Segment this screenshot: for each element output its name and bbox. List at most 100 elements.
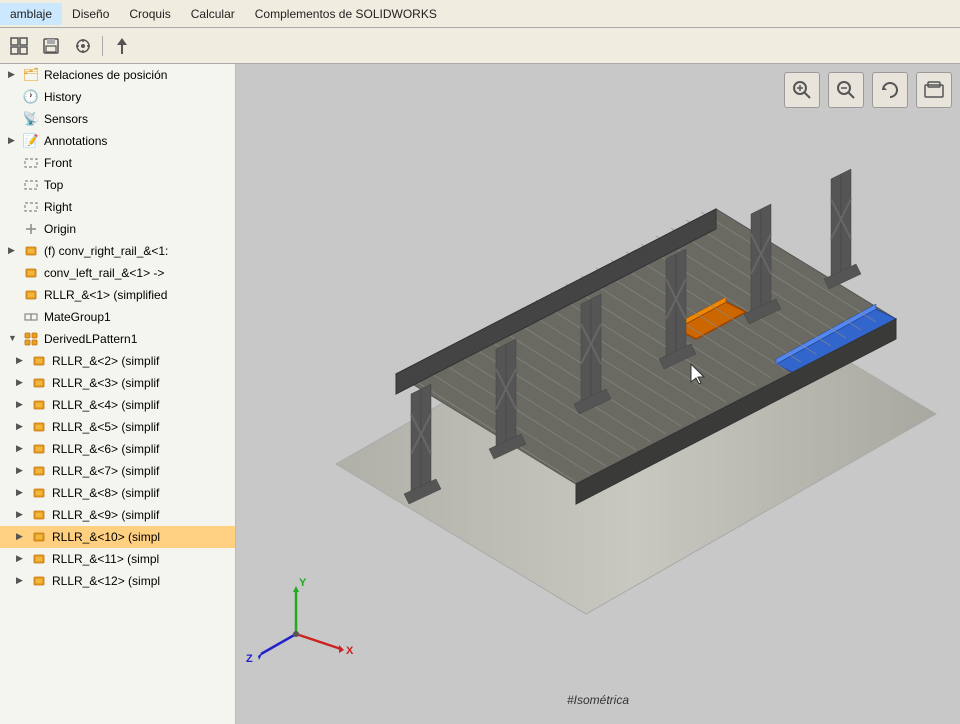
toolbar-grid-btn[interactable] (4, 32, 34, 60)
plane-icon-top (22, 176, 40, 194)
menu-calcular[interactable]: Calcular (181, 3, 245, 25)
part-icon-conv-right (22, 242, 40, 260)
part-icon-rllr10 (30, 528, 48, 546)
sensors-icon: 📡 (22, 110, 40, 128)
conveyor-scene: Y X Z #Isométrica (236, 64, 960, 724)
sidebar-label-rllr1: RLLR_&<1> (simplified (44, 288, 167, 302)
sidebar-label-origin: Origin (44, 222, 76, 236)
sidebar-item-rllr2[interactable]: ▶ RLLR_&<2> (simplif (0, 350, 235, 372)
sidebar-label-rllr12: RLLR_&<12> (simpl (52, 574, 160, 588)
expand-arrow-rllr9: ▶ (16, 509, 28, 521)
expand-arrow-rllr2: ▶ (16, 355, 28, 367)
sidebar-label-rllr2: RLLR_&<2> (simplif (52, 354, 159, 368)
expand-arrow-rllr6: ▶ (16, 443, 28, 455)
sidebar-item-rllr8[interactable]: ▶ RLLR_&<8> (simplif (0, 482, 235, 504)
part-icon-rllr7 (30, 462, 48, 480)
part-icon-rllr9 (30, 506, 48, 524)
menu-croquis[interactable]: Croquis (119, 3, 180, 25)
part-icon-rllr8 (30, 484, 48, 502)
menu-diseno[interactable]: Diseño (62, 3, 119, 25)
toolbar-save-btn[interactable] (36, 32, 66, 60)
toolbar (0, 28, 960, 64)
sidebar-label-right: Right (44, 200, 72, 214)
svg-text:#Isométrica: #Isométrica (567, 693, 629, 707)
view-orient-btn[interactable] (916, 72, 952, 108)
folder-icon: 🗂 (22, 66, 40, 84)
part-icon-rllr5 (30, 418, 48, 436)
menu-complementos[interactable]: Complementos de SOLIDWORKS (245, 3, 447, 25)
rotate-btn[interactable] (872, 72, 908, 108)
sidebar-label-annotations: Annotations (44, 134, 107, 148)
sidebar-resize-handle[interactable] (231, 64, 235, 724)
sidebar-item-front[interactable]: ▶ Front (0, 152, 235, 174)
sidebar-item-rllr10[interactable]: ▶ RLLR_&<10> (simpl (0, 526, 235, 548)
sidebar-label-rllr3: RLLR_&<3> (simplif (52, 376, 159, 390)
sidebar-label-rllr10: RLLR_&<10> (simpl (52, 530, 160, 544)
sidebar-item-rllr9[interactable]: ▶ RLLR_&<9> (simplif (0, 504, 235, 526)
toolbar-target-btn[interactable] (68, 32, 98, 60)
sidebar-item-rllr1[interactable]: ▶ RLLR_&<1> (simplified (0, 284, 235, 306)
sidebar-label-rllr9: RLLR_&<9> (simplif (52, 508, 159, 522)
part-icon-rllr4 (30, 396, 48, 414)
part-icon-rllr2 (30, 352, 48, 370)
sidebar-item-relations[interactable]: ▶ 🗂 Relaciones de posición (0, 64, 235, 86)
sidebar-item-conv-left[interactable]: ▶ conv_left_rail_&<1> -> (0, 262, 235, 284)
expand-arrow-conv-right: ▶ (8, 245, 20, 257)
sidebar-item-top[interactable]: ▶ Top (0, 174, 235, 196)
sidebar-label-rllr4: RLLR_&<4> (simplif (52, 398, 159, 412)
expand-arrow-relations: ▶ (8, 69, 20, 81)
sidebar-item-derivedlpattern[interactable]: ▼ DerivedLPattern1 (0, 328, 235, 350)
toolbar-arrow-btn[interactable] (107, 32, 137, 60)
expand-arrow-rllr7: ▶ (16, 465, 28, 477)
sidebar-item-right[interactable]: ▶ Right (0, 196, 235, 218)
part-icon-conv-left (22, 264, 40, 282)
sidebar-item-mategroup[interactable]: ▶ MateGroup1 (0, 306, 235, 328)
menu-amblaje[interactable]: amblaje (0, 3, 62, 25)
expand-arrow-rllr12: ▶ (16, 575, 28, 587)
expand-arrow-annotations: ▶ (8, 135, 20, 147)
sidebar-item-conv-right[interactable]: ▶ (f) conv_right_rail_&<1: (0, 240, 235, 262)
sidebar-item-rllr7[interactable]: ▶ RLLR_&<7> (simplif (0, 460, 235, 482)
sidebar: ▶ 🗂 Relaciones de posición ▶ 🕐 History ▶… (0, 64, 236, 724)
sidebar-label-rllr11: RLLR_&<11> (simpl (52, 552, 159, 566)
expand-arrow-rllr5: ▶ (16, 421, 28, 433)
part-icon-rllr3 (30, 374, 48, 392)
expand-arrow-derivedlpattern: ▼ (8, 333, 20, 345)
viewport[interactable]: Y X Z #Isométrica (236, 64, 960, 724)
svg-text:X: X (346, 645, 354, 657)
toolbar-sep (102, 36, 103, 56)
svg-text:Z: Z (246, 653, 253, 665)
annotations-icon: 📝 (22, 132, 40, 150)
sidebar-item-annotations[interactable]: ▶ 📝 Annotations (0, 130, 235, 152)
expand-arrow-rllr10: ▶ (16, 531, 28, 543)
plane-icon-front (22, 154, 40, 172)
plane-icon-right (22, 198, 40, 216)
pattern-icon (22, 330, 40, 348)
sidebar-item-rllr3[interactable]: ▶ RLLR_&<3> (simplif (0, 372, 235, 394)
sidebar-label-rllr7: RLLR_&<7> (simplif (52, 464, 159, 478)
sidebar-label-conv-left: conv_left_rail_&<1> -> (44, 266, 164, 280)
part-icon-rllr12 (30, 572, 48, 590)
sidebar-item-rllr11[interactable]: ▶ RLLR_&<11> (simpl (0, 548, 235, 570)
mategroup-icon (22, 308, 40, 326)
sidebar-label-mategroup: MateGroup1 (44, 310, 111, 324)
expand-arrow-rllr11: ▶ (16, 553, 28, 565)
sidebar-label-rllr5: RLLR_&<5> (simplif (52, 420, 159, 434)
zoom-fit-btn[interactable] (828, 72, 864, 108)
menubar: amblaje Diseño Croquis Calcular Compleme… (0, 0, 960, 28)
expand-arrow-rllr3: ▶ (16, 377, 28, 389)
sidebar-label-rllr6: RLLR_&<6> (simplif (52, 442, 159, 456)
sidebar-item-origin[interactable]: ▶ Origin (0, 218, 235, 240)
sidebar-item-history[interactable]: ▶ 🕐 History (0, 86, 235, 108)
sidebar-item-rllr6[interactable]: ▶ RLLR_&<6> (simplif (0, 438, 235, 460)
sidebar-label-derivedlpattern: DerivedLPattern1 (44, 332, 137, 346)
sidebar-label-top: Top (44, 178, 63, 192)
zoom-btn[interactable] (784, 72, 820, 108)
sidebar-item-rllr4[interactable]: ▶ RLLR_&<4> (simplif (0, 394, 235, 416)
sidebar-label-history: History (44, 90, 81, 104)
sidebar-label-rllr8: RLLR_&<8> (simplif (52, 486, 159, 500)
sidebar-item-rllr5[interactable]: ▶ RLLR_&<5> (simplif (0, 416, 235, 438)
sidebar-item-rllr12[interactable]: ▶ RLLR_&<12> (simpl (0, 570, 235, 592)
sidebar-item-sensors[interactable]: ▶ 📡 Sensors (0, 108, 235, 130)
main-layout: ▶ 🗂 Relaciones de posición ▶ 🕐 History ▶… (0, 64, 960, 724)
